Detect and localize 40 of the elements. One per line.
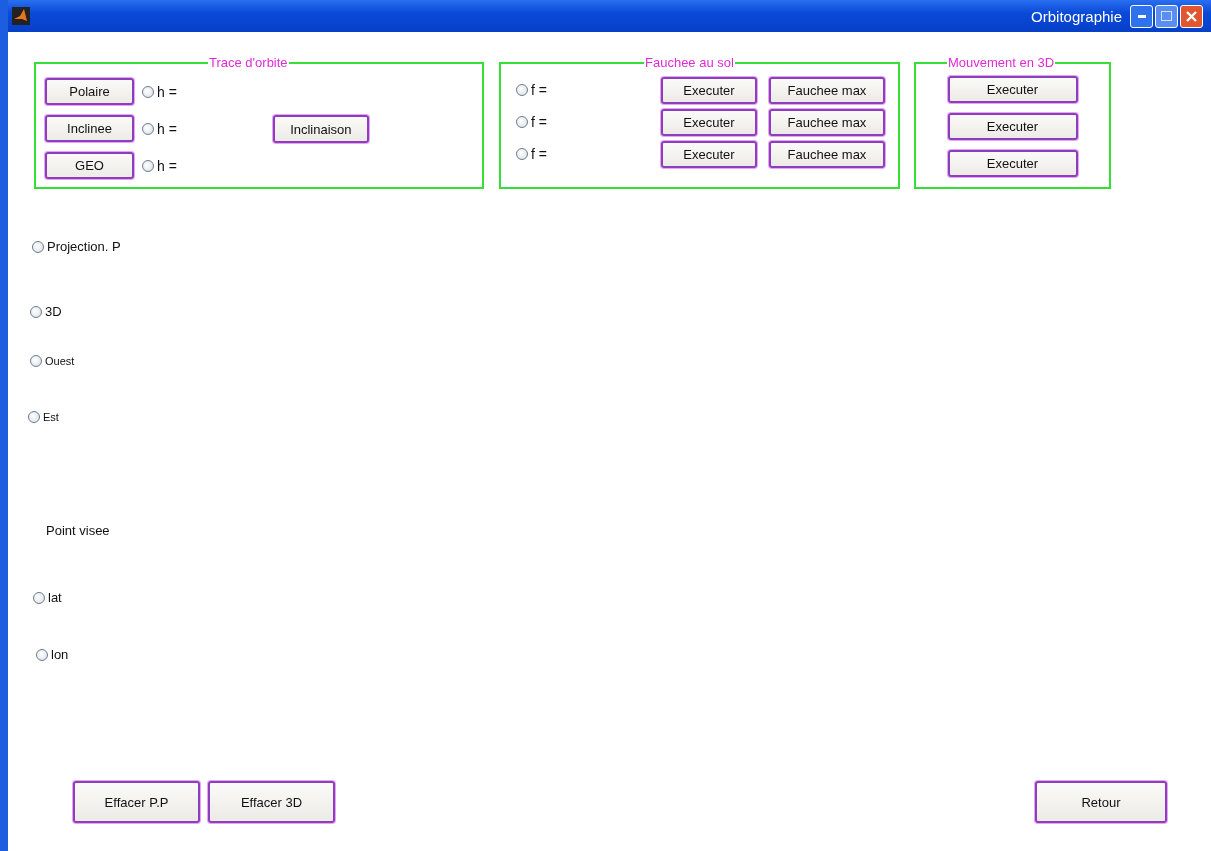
clear-button[interactable]: Effacer P.P [73, 781, 200, 823]
execute-button[interactable]: Executer [947, 113, 1078, 140]
radio-button[interactable]: f = [516, 146, 661, 162]
radio-button[interactable]: 3D [30, 304, 62, 319]
radio-button[interactable]: h = [142, 83, 177, 100]
fauchee-max-button[interactable]: Fauchee max [769, 76, 885, 104]
minimize-icon [1137, 14, 1146, 18]
execute-button[interactable]: Executer [661, 76, 757, 104]
inclinaison-button[interactable]: Inclinaison [272, 115, 369, 143]
minimize-button[interactable] [1130, 4, 1153, 28]
back-button[interactable]: Retour [1035, 781, 1167, 823]
window-title: Orbitographie [1031, 7, 1122, 25]
maximize-icon [1161, 11, 1172, 21]
panel-title: Trace d'orbite [208, 55, 289, 70]
close-button[interactable] [1180, 4, 1203, 28]
orbit-button[interactable]: GEO [45, 152, 134, 179]
radio-button[interactable]: Est [28, 411, 59, 423]
close-icon [1186, 10, 1197, 22]
section-label: Point visee [46, 523, 110, 538]
orbit-button[interactable]: Polaire [45, 78, 134, 105]
radio-button[interactable]: h = [142, 157, 177, 174]
execute-button[interactable]: Executer [661, 140, 757, 168]
orbit-button[interactable]: Inclinee [45, 115, 134, 142]
radio-button[interactable]: f = [516, 114, 661, 130]
radio-button[interactable]: lat [33, 590, 62, 605]
fauchee-max-button[interactable]: Fauchee max [769, 140, 885, 168]
maximize-button[interactable] [1155, 4, 1178, 28]
radio-button[interactable]: h = [142, 120, 177, 137]
radio-button[interactable]: lon [36, 647, 69, 662]
panel-title: Fauchee au sol [644, 55, 735, 70]
clear-button[interactable]: Effacer 3D [208, 781, 335, 823]
execute-button[interactable]: Executer [947, 76, 1078, 103]
execute-button[interactable]: Executer [661, 108, 757, 136]
fauchee-max-button[interactable]: Fauchee max [769, 108, 885, 136]
radio-button[interactable]: f = [516, 82, 661, 98]
app-icon [12, 7, 30, 25]
panel-title: Mouvement en 3D [947, 55, 1056, 70]
radio-button[interactable]: Ouest [30, 355, 75, 367]
execute-button[interactable]: Executer [947, 150, 1078, 177]
radio-button[interactable]: Projection. P [32, 239, 121, 254]
